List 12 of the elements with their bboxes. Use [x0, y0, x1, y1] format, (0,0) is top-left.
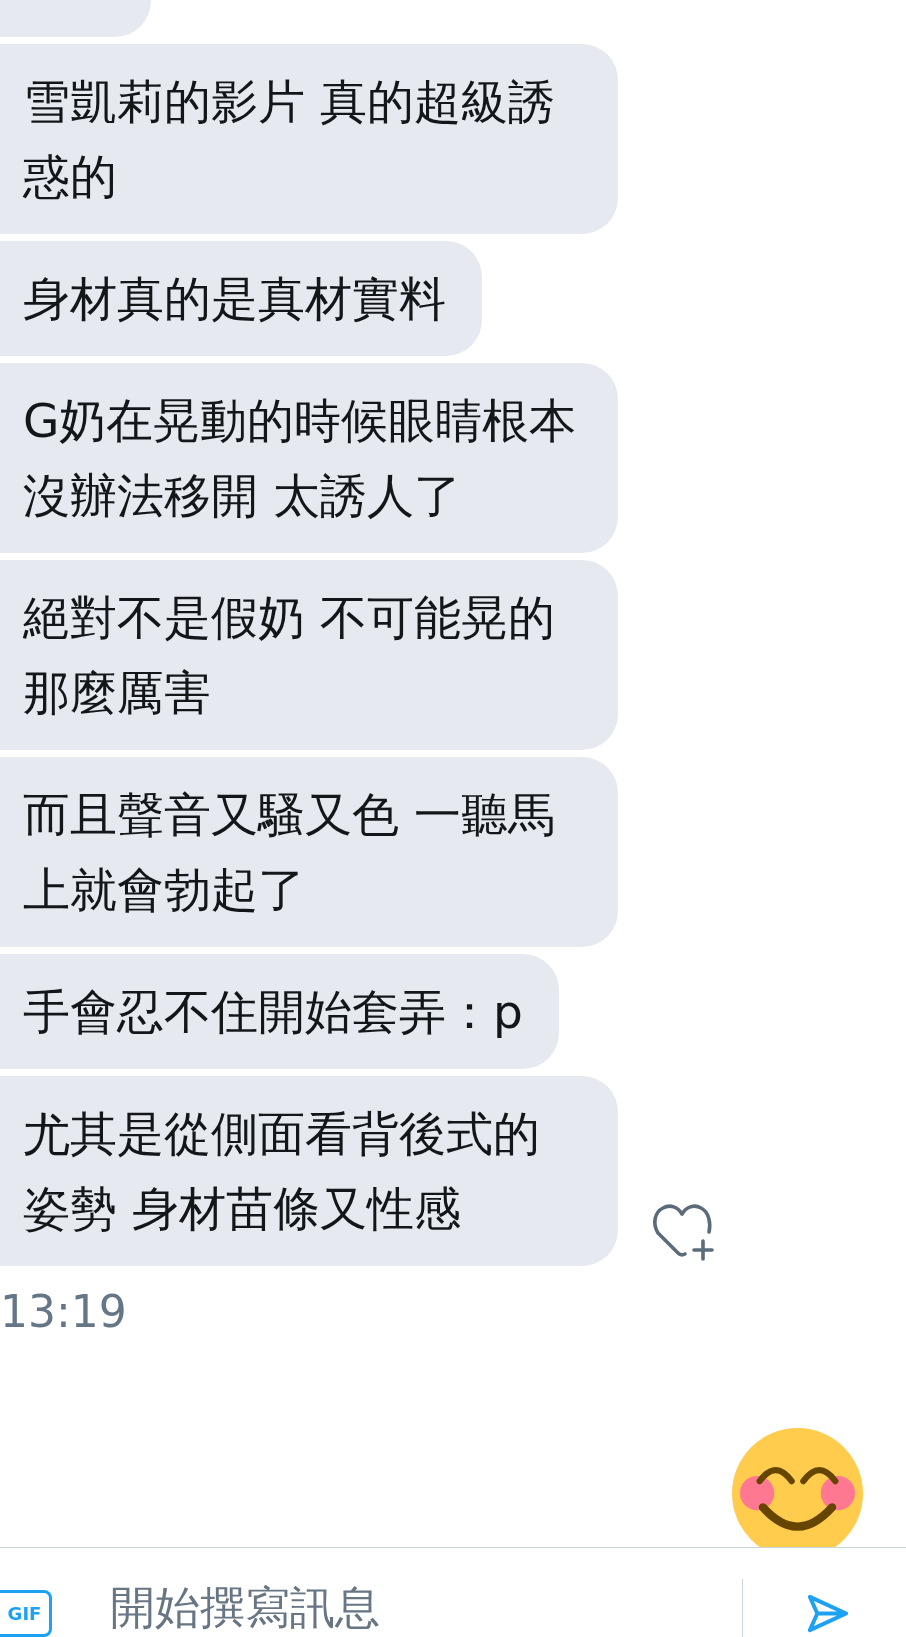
smiling-face-icon	[732, 1428, 863, 1547]
message-bubble: 而且聲音又騷又色 一聽馬上就會勃起了	[0, 757, 618, 947]
message-bubble: G奶在晃動的時候眼睛根本沒辦法移開 太誘人了	[0, 363, 618, 553]
message-bubble: 絕對不是假奶 不可能晃的那麼厲害	[0, 560, 618, 750]
message-bubble: 雪凱莉的影片 真的超級誘惑的	[0, 44, 618, 234]
message-bubble: 身材真的是真材實料	[0, 241, 482, 356]
message-bubble: 手會忍不住開始套弄：p	[0, 954, 559, 1069]
message-input[interactable]: 開始撰寫訊息	[102, 1576, 742, 1637]
message-timestamp: 13:19	[0, 1285, 127, 1338]
heart-plus-icon[interactable]	[651, 1203, 717, 1262]
gif-button[interactable]: GIF	[0, 1590, 52, 1637]
message-bubble: 尤其是從側面看背後式的姿勢 身材苗條又性感	[0, 1076, 618, 1266]
